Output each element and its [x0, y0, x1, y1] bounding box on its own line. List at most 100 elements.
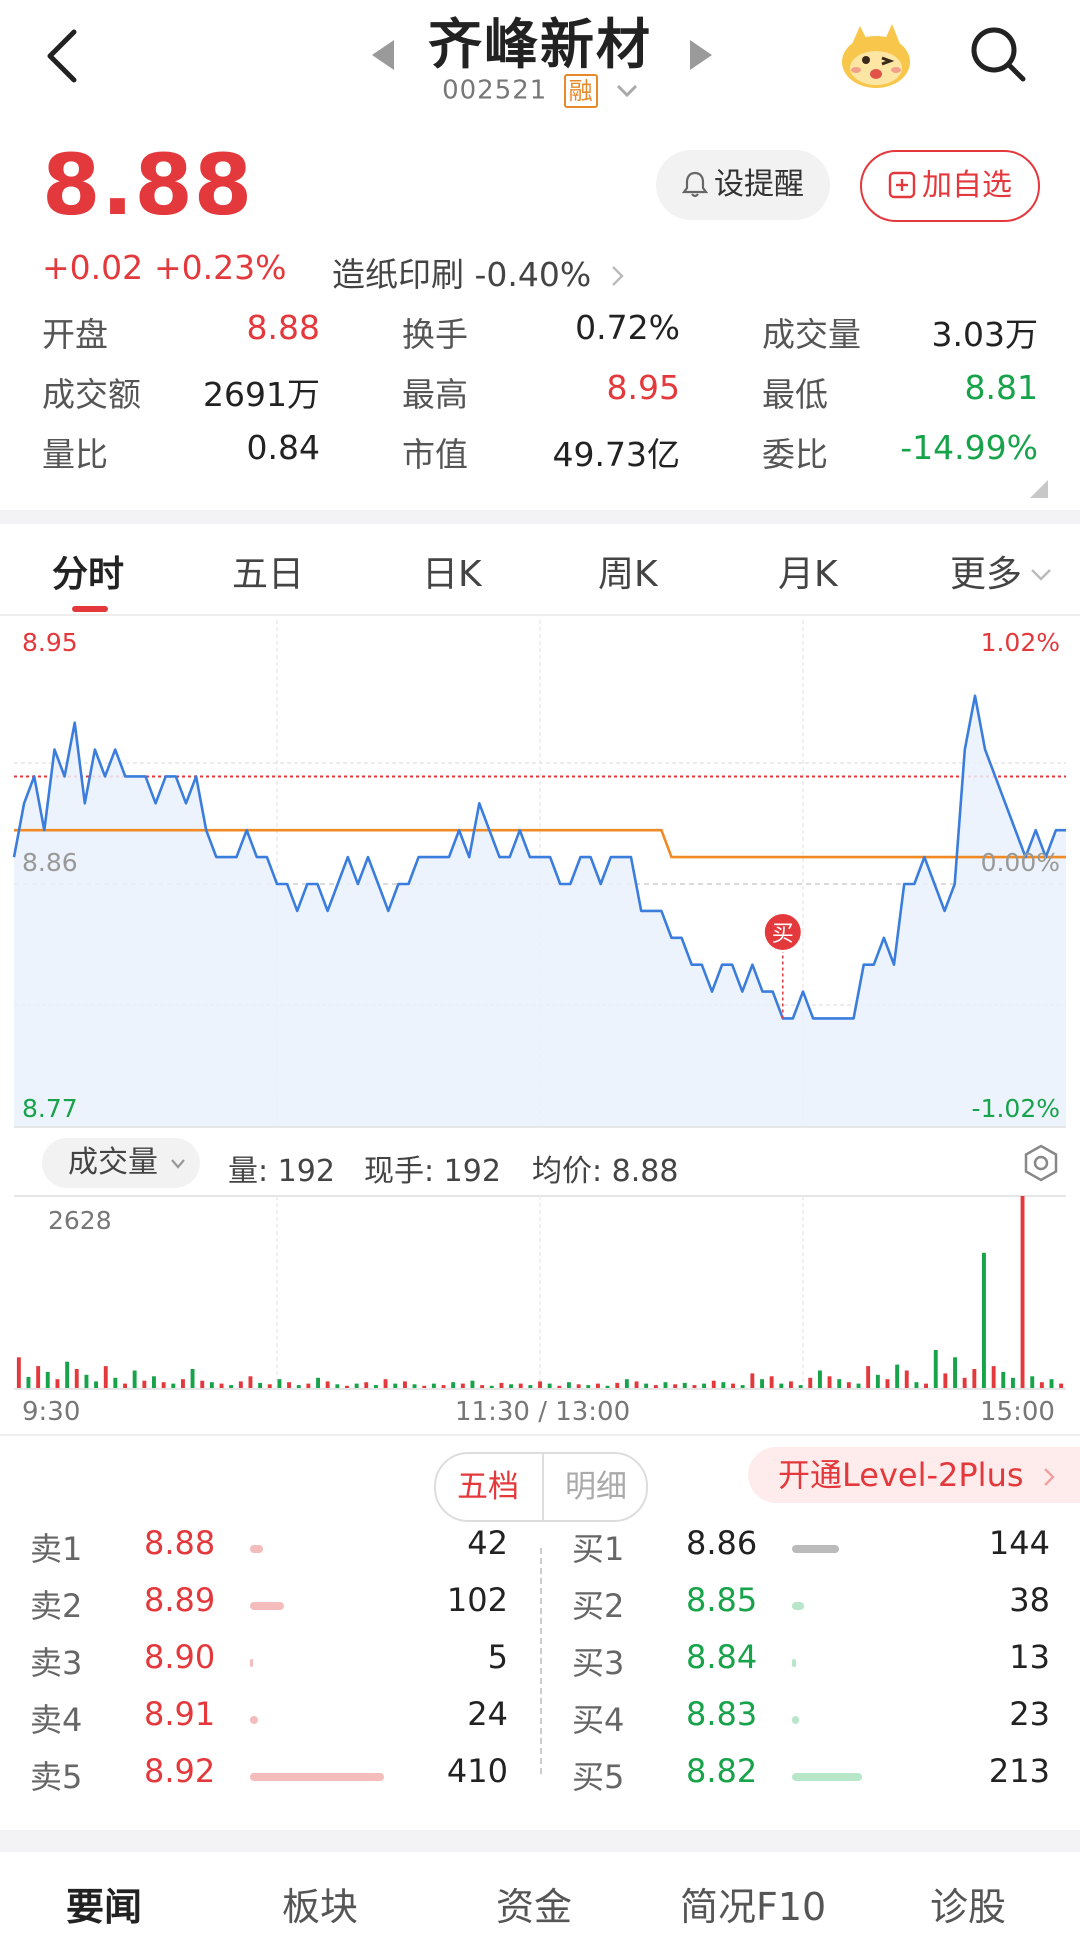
bids-row-3[interactable]: 买3 8.84 13 — [572, 1638, 1050, 1688]
intraday-price-chart[interactable]: 买 — [0, 616, 1080, 1136]
stat-label: 开盘 — [42, 315, 108, 354]
volume-bar — [827, 1376, 832, 1388]
chevron-down-icon — [170, 1159, 185, 1169]
volume-bar — [26, 1377, 31, 1388]
volume-bar — [518, 1383, 523, 1388]
volume-bar — [1001, 1371, 1006, 1388]
bids-row-4[interactable]: 买4 8.83 23 — [572, 1695, 1050, 1745]
level2-upgrade-button[interactable]: 开通Level-2Plus — [748, 1447, 1080, 1503]
level-qty: 42 — [467, 1524, 508, 1562]
volume-bar — [335, 1384, 340, 1388]
bids-row-5[interactable]: 买5 8.82 213 — [572, 1752, 1050, 1802]
volume-bar — [36, 1366, 41, 1388]
asks-row-1[interactable]: 卖1 8.88 42 — [30, 1524, 508, 1574]
volume-bar — [567, 1382, 571, 1388]
mascot-icon[interactable] — [838, 20, 914, 90]
tab-3[interactable]: 日K — [422, 545, 482, 597]
bottom-tab-2[interactable]: 板块 — [282, 1876, 358, 1931]
volume-bar — [412, 1384, 417, 1388]
tab-4[interactable]: 周K — [598, 545, 658, 597]
volume-bar — [789, 1381, 793, 1388]
volume-bar — [528, 1385, 533, 1388]
indicator-select-label: 成交量 — [68, 1145, 158, 1180]
volume-bar — [653, 1385, 658, 1388]
bids-row-2[interactable]: 买2 8.85 38 — [572, 1581, 1050, 1631]
volume-bar — [509, 1384, 513, 1388]
volume-bar — [856, 1383, 861, 1388]
volume-bar — [393, 1383, 398, 1388]
volume-bar — [103, 1366, 108, 1388]
sector-link[interactable]: 造纸印刷 -0.40% — [332, 248, 626, 296]
indicator-select[interactable]: 成交量 — [42, 1138, 200, 1188]
volume-bar — [538, 1381, 542, 1388]
level-price: 8.84 — [686, 1638, 758, 1676]
bottom-tab-5[interactable]: 诊股 — [930, 1876, 1006, 1931]
divider — [0, 1830, 1080, 1852]
volume-bar — [711, 1380, 716, 1388]
y-axis-high-label: 8.95 — [22, 628, 78, 657]
current-price: 8.88 — [42, 136, 254, 234]
buy-marker-label: 买 — [772, 922, 794, 947]
bids-row-1[interactable]: 买1 8.86 144 — [572, 1524, 1050, 1574]
asks-row-2[interactable]: 卖2 8.89 102 — [30, 1581, 508, 1631]
volume-bar — [161, 1382, 166, 1388]
tab-2[interactable]: 五日 — [232, 545, 304, 597]
stock-code: 002521 — [442, 75, 548, 106]
volume-bar — [1020, 1196, 1025, 1388]
level-price: 8.85 — [686, 1581, 758, 1619]
tab-trade-details[interactable]: 明细 — [542, 1454, 646, 1520]
stat-1: 开盘 8.88 — [42, 308, 320, 354]
y-axis-high-pct-label: 1.02% — [980, 628, 1060, 657]
search-icon[interactable] — [968, 24, 1028, 84]
stat-label: 最高 — [402, 375, 468, 414]
tab-1[interactable]: 分时 — [52, 545, 124, 597]
expand-corner-icon[interactable] — [1030, 480, 1048, 498]
y-axis-mid-pct-label: 0.00% — [980, 848, 1060, 877]
level-qty: 13 — [1009, 1638, 1050, 1676]
divider — [0, 1434, 1080, 1436]
level-qty: 5 — [487, 1638, 508, 1676]
volume-bar — [779, 1383, 784, 1388]
volume-bar — [692, 1385, 697, 1388]
asks-row-3[interactable]: 卖3 8.90 5 — [30, 1638, 508, 1688]
asks-row-5[interactable]: 卖5 8.92 410 — [30, 1752, 508, 1802]
set-alert-button[interactable]: 设提醒 — [656, 150, 830, 220]
volume-bar — [740, 1385, 745, 1388]
volume-bar — [113, 1377, 118, 1388]
bottom-tab-1[interactable]: 要闻 — [66, 1876, 142, 1931]
volume-bar — [489, 1385, 494, 1388]
volume-bar — [798, 1385, 803, 1388]
level-label: 买3 — [572, 1644, 625, 1682]
tab-label: 日K — [422, 554, 482, 595]
plus-square-icon — [888, 171, 916, 199]
volume-bar — [982, 1252, 986, 1388]
volume-bar — [885, 1379, 890, 1388]
add-watchlist-button[interactable]: 加自选 — [860, 150, 1040, 222]
volume-bar — [769, 1376, 774, 1388]
header: 齐峰新材 002521 融 — [0, 0, 1080, 130]
next-stock-icon[interactable] — [686, 38, 716, 72]
bottom-tab-4[interactable]: 简况F10 — [680, 1876, 826, 1931]
settings-icon[interactable] — [1022, 1144, 1060, 1182]
volume-bar — [663, 1382, 668, 1388]
volume-bar — [702, 1383, 706, 1388]
volume-bar — [152, 1376, 156, 1388]
volume-bar — [924, 1383, 928, 1388]
orderbook-mode-toggle: 五档 明细 — [434, 1452, 648, 1522]
time-label-open: 9:30 — [22, 1397, 81, 1427]
bottom-tab-3[interactable]: 资金 — [496, 1876, 572, 1931]
tab-five-levels[interactable]: 五档 — [436, 1454, 540, 1520]
tab-5[interactable]: 月K — [778, 545, 838, 597]
chevron-down-icon[interactable] — [616, 84, 638, 98]
volume-bar — [190, 1369, 195, 1388]
volume-bar — [287, 1382, 291, 1388]
volume-bar — [267, 1384, 272, 1388]
tab-6[interactable]: 更多 — [950, 545, 1052, 597]
asks-row-4[interactable]: 卖4 8.91 24 — [30, 1695, 508, 1745]
volume-bar — [451, 1382, 456, 1388]
volume-bar — [306, 1383, 311, 1388]
volume-bar — [316, 1377, 320, 1388]
volume-bar — [460, 1383, 465, 1388]
volume-bar — [895, 1364, 900, 1388]
volume-chart[interactable] — [0, 1192, 1080, 1402]
